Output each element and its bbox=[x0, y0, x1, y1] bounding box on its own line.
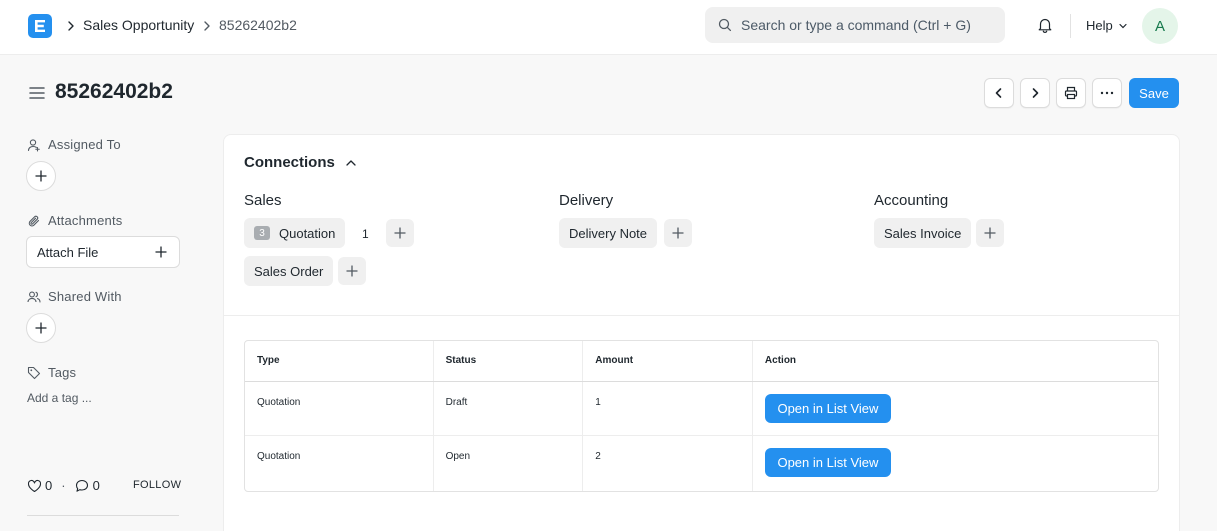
attachments-label: Attachments bbox=[48, 213, 123, 228]
chevron-right-icon bbox=[204, 21, 210, 31]
breadcrumb-current[interactable]: 85262402b2 bbox=[219, 17, 297, 33]
more-actions-button[interactable] bbox=[1092, 78, 1122, 108]
link-delivery-note-label: Delivery Note bbox=[569, 225, 648, 241]
print-button[interactable] bbox=[1056, 78, 1086, 108]
quotation-open-count: 1 bbox=[362, 227, 369, 241]
table-cell-status: Draft bbox=[434, 382, 584, 435]
link-sales-order[interactable]: Sales Order bbox=[244, 256, 334, 286]
add-sales-invoice-button[interactable] bbox=[976, 219, 1004, 247]
notification-bell-icon[interactable] bbox=[1036, 16, 1054, 34]
quotation-count-badge: 3 bbox=[254, 226, 270, 240]
attach-file-label: Attach File bbox=[37, 245, 99, 260]
table-header-status: Status bbox=[434, 341, 584, 381]
previous-doc-button[interactable] bbox=[984, 78, 1014, 108]
table-cell-type: Quotation bbox=[245, 436, 434, 491]
table-header-amount: Amount bbox=[583, 341, 753, 381]
comments-count: 0 bbox=[92, 478, 100, 493]
search-icon bbox=[718, 18, 732, 32]
users-icon bbox=[27, 291, 41, 303]
link-sales-invoice[interactable]: Sales Invoice bbox=[874, 218, 972, 248]
link-quotation-label: Quotation bbox=[279, 225, 336, 241]
shared-with-section: Shared With bbox=[27, 289, 122, 304]
add-assignee-button[interactable] bbox=[26, 161, 56, 191]
attach-file-button[interactable]: Attach File bbox=[26, 236, 180, 268]
sidebar-divider bbox=[27, 515, 179, 516]
search-bar[interactable]: Search or type a command (Ctrl + G) bbox=[705, 7, 1005, 43]
chevron-right-icon bbox=[68, 21, 74, 31]
plus-icon bbox=[672, 227, 684, 239]
page-title: 85262402b2 bbox=[55, 80, 173, 103]
group-title-accounting: Accounting bbox=[874, 192, 949, 209]
add-tag-link[interactable]: Add a tag ... bbox=[27, 391, 92, 405]
table-row: Quotation Draft 1 Open in List View bbox=[245, 382, 1158, 436]
table-header-type: Type bbox=[245, 341, 434, 381]
more-horizontal-icon bbox=[1100, 91, 1114, 95]
printer-icon bbox=[1064, 86, 1078, 100]
social-counts: 0 · 0 bbox=[27, 478, 100, 493]
tags-label: Tags bbox=[48, 365, 77, 380]
table-cell-status: Open bbox=[434, 436, 584, 491]
next-doc-button[interactable] bbox=[1020, 78, 1050, 108]
chevron-down-icon bbox=[1119, 23, 1127, 28]
link-delivery-note[interactable]: Delivery Note bbox=[559, 218, 658, 248]
user-add-icon bbox=[27, 138, 40, 152]
table-cell-amount: 2 bbox=[583, 436, 753, 491]
table-cell-action: Open in List View bbox=[753, 382, 1158, 435]
table-cell-action: Open in List View bbox=[753, 436, 1158, 491]
plus-icon bbox=[35, 322, 47, 334]
connections-header[interactable]: Connections bbox=[244, 154, 357, 171]
app-logo[interactable] bbox=[28, 14, 52, 38]
card-divider bbox=[224, 315, 1179, 316]
tag-icon bbox=[27, 366, 41, 379]
table-row: Quotation Open 2 Open in List View bbox=[245, 436, 1158, 491]
plus-icon bbox=[984, 227, 996, 239]
navbar: Sales Opportunity 85262402b2 Search or t… bbox=[0, 0, 1217, 55]
table-cell-amount: 1 bbox=[583, 382, 753, 435]
paperclip-icon bbox=[28, 215, 40, 226]
help-label: Help bbox=[1086, 18, 1113, 33]
save-button[interactable]: Save bbox=[1129, 78, 1179, 108]
comment-icon[interactable] bbox=[75, 479, 89, 493]
connections-title: Connections bbox=[244, 154, 335, 171]
link-sales-order-label: Sales Order bbox=[254, 263, 324, 279]
quotation-status-table: Type Status Amount Action Quotation Draf… bbox=[244, 340, 1159, 492]
assigned-to-label: Assigned To bbox=[48, 137, 121, 152]
add-sales-order-button[interactable] bbox=[338, 257, 366, 285]
attachments-section: Attachments bbox=[27, 213, 122, 228]
user-avatar[interactable]: A bbox=[1142, 8, 1178, 44]
add-share-button[interactable] bbox=[26, 313, 56, 343]
shared-with-label: Shared With bbox=[48, 289, 122, 304]
plus-icon bbox=[155, 246, 167, 258]
help-dropdown[interactable]: Help bbox=[1086, 18, 1128, 33]
tags-section: Tags bbox=[27, 365, 76, 380]
link-sales-invoice-label: Sales Invoice bbox=[884, 225, 962, 241]
table-header-row: Type Status Amount Action bbox=[245, 341, 1158, 382]
plus-icon bbox=[35, 170, 47, 182]
link-quotation[interactable]: 3 Quotation bbox=[244, 218, 346, 248]
navbar-divider bbox=[1070, 14, 1071, 38]
plus-icon bbox=[346, 265, 358, 277]
likes-count: 0 bbox=[45, 478, 53, 493]
table-cell-type: Quotation bbox=[245, 382, 434, 435]
connections-card: Connections Sales 3 Quotation 1 Sales Or… bbox=[223, 134, 1180, 531]
heart-icon[interactable] bbox=[27, 479, 42, 493]
social-separator: · bbox=[61, 478, 66, 493]
chevron-up-icon bbox=[346, 159, 356, 166]
add-delivery-note-button[interactable] bbox=[664, 219, 692, 247]
breadcrumb-sales-opportunity[interactable]: Sales Opportunity bbox=[83, 17, 194, 33]
plus-icon bbox=[394, 227, 406, 239]
open-in-list-view-button[interactable]: Open in List View bbox=[764, 394, 891, 423]
group-title-delivery: Delivery bbox=[559, 192, 614, 209]
sidebar-toggle-icon[interactable] bbox=[29, 86, 45, 100]
assigned-to-section: Assigned To bbox=[27, 137, 121, 152]
group-title-sales: Sales bbox=[244, 192, 282, 209]
follow-button[interactable]: FOLLOW bbox=[133, 479, 181, 491]
add-quotation-button[interactable] bbox=[386, 219, 414, 247]
open-in-list-view-button[interactable]: Open in List View bbox=[764, 448, 891, 477]
chevron-right-icon bbox=[1032, 88, 1039, 98]
search-placeholder: Search or type a command (Ctrl + G) bbox=[741, 17, 971, 33]
table-header-action: Action bbox=[764, 355, 797, 366]
chevron-left-icon bbox=[995, 88, 1002, 98]
